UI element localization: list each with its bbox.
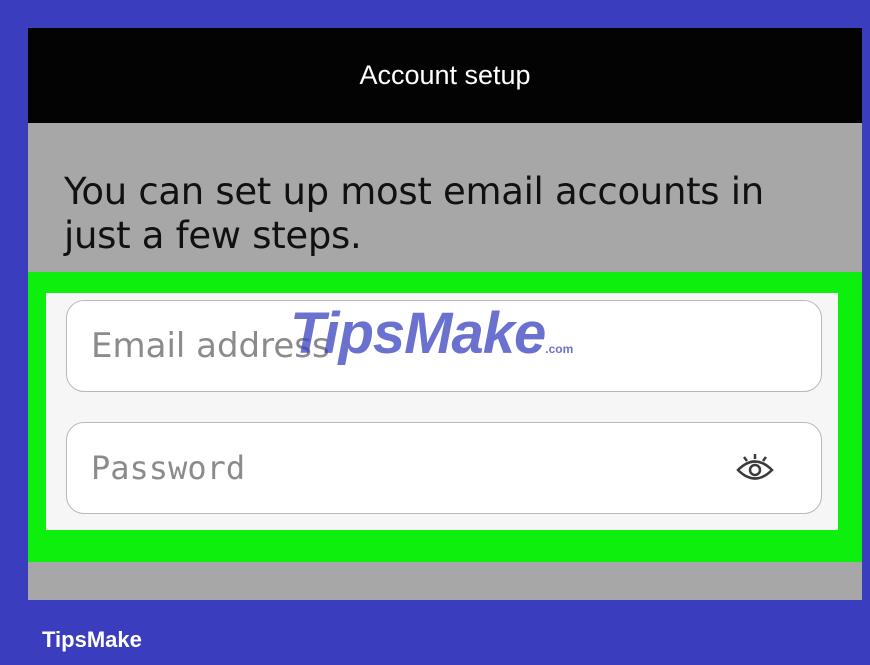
account-setup-screen: Account setup You can set up most email … [28,28,862,600]
password-field-container[interactable] [66,422,822,514]
page-title: Account setup [359,60,531,90]
intro-text: You can set up most email accounts in ju… [64,170,764,257]
app-bar: Account setup [28,28,862,123]
login-form [46,293,838,530]
email-field[interactable] [67,325,693,367]
highlight-box [28,272,862,562]
brand-label: TipsMake [42,627,142,652]
password-field[interactable] [67,448,693,488]
eye-icon[interactable] [735,453,775,485]
email-field-container[interactable] [66,300,822,392]
